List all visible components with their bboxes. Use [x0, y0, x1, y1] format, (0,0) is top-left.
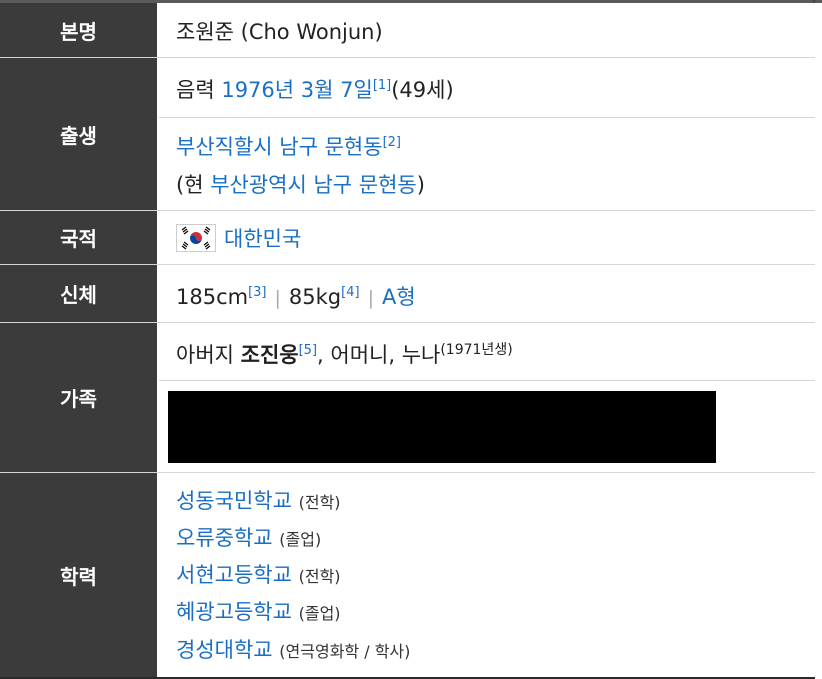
label-education: 학력	[0, 473, 157, 677]
value-cell-education: 성동국민학교 (전학) 오류중학교 (졸업) 서현고등학교 (전학) 혜광고등학…	[159, 473, 815, 677]
current-place-line: (현 부산광역시 남구 문현동)	[176, 169, 425, 199]
nationality-line: 대한민국	[176, 223, 301, 254]
school-item: 서현고등학교 (전학)	[176, 559, 341, 589]
body-line: 185cm[3] | 85kg[4] | A형	[176, 281, 416, 311]
real-name-value: 조원준 (Cho Wonjun)	[176, 20, 383, 44]
label-body: 신체	[0, 265, 157, 322]
school-link[interactable]: 혜광고등학교	[176, 600, 292, 624]
value-cell-nationality: 대한민국	[159, 211, 815, 264]
value-cell-birth: 음력 1976년 3월 7일[1](49세) 부산직할시 남구 문현동[2] (…	[159, 58, 815, 210]
sister-birth-year: (1971년생)	[440, 342, 513, 358]
footnote-ref-1[interactable]: [1]	[373, 78, 391, 93]
birth-place-line: 부산직할시 남구 문현동[2]	[176, 131, 401, 161]
footnote-ref-4[interactable]: [4]	[341, 285, 359, 300]
school-link[interactable]: 성동국민학교	[176, 489, 292, 513]
school-item: 성동국민학교 (전학)	[176, 485, 341, 515]
school-item: 경성대학교 (연극영화학 / 학사)	[176, 634, 410, 664]
row-family: 가족 아버지 조진웅[5], 어머니, 누나(1971년생)	[0, 323, 815, 472]
footnote-ref-3[interactable]: [3]	[248, 285, 266, 300]
school-note: (연극영화학 / 학사)	[279, 642, 411, 661]
current-place-link[interactable]: 부산광역시 남구 문현동	[210, 173, 417, 197]
father-prefix: 아버지	[176, 343, 241, 367]
school-link[interactable]: 경성대학교	[176, 638, 273, 662]
school-note: (전학)	[298, 493, 341, 512]
footnote-ref-2[interactable]: [2]	[383, 135, 401, 150]
age: (49세)	[391, 78, 454, 102]
family-others: , 어머니, 누나	[317, 343, 441, 367]
footnote-ref-5[interactable]: [5]	[299, 343, 317, 358]
label-real-name: 본명	[0, 3, 157, 57]
row-education: 학력 성동국민학교 (전학) 오류중학교 (졸업) 서현고등학교 (전학) 혜광…	[0, 473, 815, 677]
birth-place-link[interactable]: 부산직할시 남구 문현동	[176, 135, 383, 159]
redacted-area	[159, 381, 815, 472]
label-nationality: 국적	[0, 211, 157, 264]
school-note: (전학)	[298, 567, 341, 586]
blood-type-link[interactable]: A형	[382, 285, 416, 309]
height: 185cm	[176, 285, 249, 309]
calendar-type: 음력	[176, 78, 215, 102]
separator: |	[274, 287, 281, 309]
row-birth: 출생 음력 1976년 3월 7일[1](49세) 부산직할시 남구 문현동[2…	[0, 58, 815, 210]
nationality-link[interactable]: 대한민국	[224, 227, 301, 251]
school-link[interactable]: 서현고등학교	[176, 563, 292, 587]
father-name: 조진웅	[240, 343, 299, 367]
school-note: (졸업)	[279, 530, 322, 549]
school-link[interactable]: 오류중학교	[176, 526, 273, 550]
cell-divider	[159, 117, 815, 118]
school-item: 혜광고등학교 (졸업)	[176, 596, 341, 626]
label-family: 가족	[0, 323, 157, 472]
school-note: (졸업)	[298, 604, 341, 623]
school-item: 오류중학교 (졸업)	[176, 522, 321, 552]
south-korea-flag-icon[interactable]	[176, 224, 216, 252]
birth-date-link[interactable]: 1976년 3월 7일	[221, 78, 372, 102]
redaction-block	[168, 391, 716, 463]
weight: 85kg	[288, 285, 342, 309]
row-body: 신체 185cm[3] | 85kg[4] | A형	[0, 265, 815, 322]
current-suffix: )	[416, 173, 425, 197]
label-birth: 출생	[0, 58, 157, 210]
family-line: 아버지 조진웅[5], 어머니, 누나(1971년생)	[176, 339, 513, 369]
row-nationality: 국적 대한민국	[0, 211, 815, 264]
separator: |	[367, 287, 374, 309]
birth-date-line: 음력 1976년 3월 7일[1](49세)	[176, 74, 454, 104]
value-cell-family: 아버지 조진웅[5], 어머니, 누나(1971년생)	[159, 323, 815, 472]
value-cell-real-name: 조원준 (Cho Wonjun)	[159, 3, 815, 57]
value-cell-body: 185cm[3] | 85kg[4] | A형	[159, 265, 815, 322]
infobox-table: 본명 조원준 (Cho Wonjun) 출생 음력 1976년 3월 7일[1]…	[0, 0, 815, 679]
current-prefix: (현	[176, 173, 211, 197]
row-real-name: 본명 조원준 (Cho Wonjun)	[0, 3, 815, 57]
